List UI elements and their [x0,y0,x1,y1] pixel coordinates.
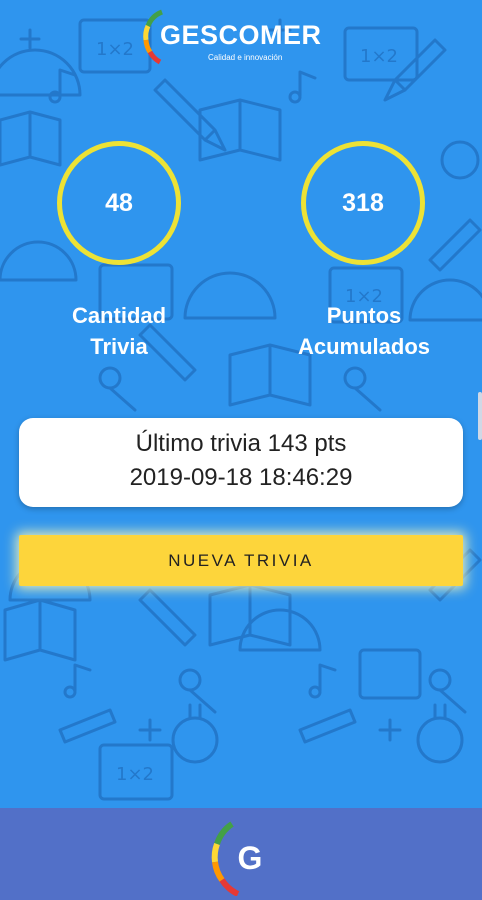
new-trivia-button[interactable]: NUEVA TRIVIA [19,535,463,586]
svg-text:1×2: 1×2 [360,46,398,67]
school-doodle-pattern: 1×2 1×2 1×2 1×2 [0,18,482,801]
stat-ring: 318 [301,141,425,265]
chalkboard-doodle: 1×2 1×2 1×2 1×2 [78,18,422,801]
scroll-edge-indicator [478,392,482,440]
g-logo-letter: G [237,840,263,876]
app-screen: 1×2 1×2 1×2 1×2 GESCOMER Calidad e innov… [0,0,482,900]
last-trivia-score: Último trivia 143 pts [135,430,347,457]
stat-ring: 48 [57,141,181,265]
trivia-count-label: Cantidad Trivia [71,303,167,359]
last-trivia-card: Último trivia 143 pts 2019-09-18 18:46:2… [19,418,463,507]
gescomer-logo: GESCOMER Calidad e innovación [140,6,350,66]
last-trivia-datetime: 2019-09-18 18:46:29 [129,464,353,491]
trivia-count-value: 48 [105,188,133,217]
bottom-logo: G [210,816,274,897]
svg-text:1×2: 1×2 [116,764,154,785]
logo-wordmark: GESCOMER [160,20,322,50]
accumulated-points-value: 318 [342,188,384,217]
svg-text:1×2: 1×2 [96,39,134,60]
accumulated-points-label: Puntos Acumulados [297,303,431,359]
bottom-bar: G [0,808,482,900]
plus-doodle [19,18,402,742]
logo-tagline: Calidad e innovación [208,53,283,62]
